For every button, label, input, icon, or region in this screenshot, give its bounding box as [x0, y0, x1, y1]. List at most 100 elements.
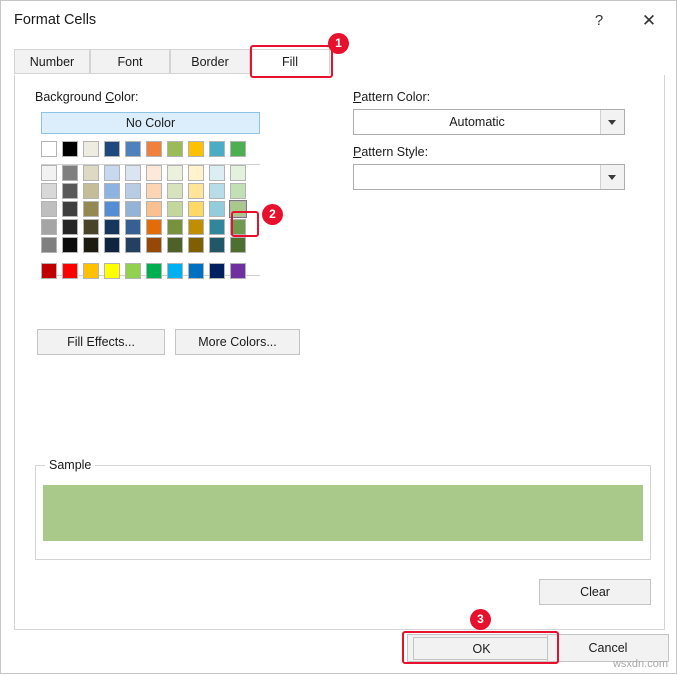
palette-swatch[interactable]	[209, 237, 225, 253]
palette-swatch[interactable]	[125, 263, 141, 279]
palette-swatch[interactable]	[41, 263, 57, 279]
tab-border[interactable]: Border	[170, 49, 250, 74]
pattern-color-value: Automatic	[449, 115, 505, 129]
fill-tab-panel: Background Color: No Color Fill Effects.…	[14, 75, 665, 630]
watermark: wsxdn.com	[612, 658, 668, 670]
palette-swatch[interactable]	[104, 237, 120, 253]
palette-swatch[interactable]	[41, 165, 57, 181]
palette-swatch[interactable]	[125, 201, 141, 217]
palette-swatch[interactable]	[83, 201, 99, 217]
more-colors-button[interactable]: More Colors...	[175, 329, 300, 355]
palette-swatch[interactable]	[167, 237, 183, 253]
palette-swatch[interactable]	[62, 201, 78, 217]
background-color-label: Background Color:	[35, 90, 139, 104]
palette-swatch[interactable]	[125, 237, 141, 253]
palette-swatch[interactable]	[62, 141, 78, 157]
palette-swatch[interactable]	[167, 263, 183, 279]
palette-swatch[interactable]	[83, 183, 99, 199]
palette-swatch[interactable]	[209, 183, 225, 199]
no-color-button[interactable]: No Color	[41, 112, 260, 134]
format-cells-dialog: Format Cells ? ✕ Number Font Border Fill…	[0, 0, 677, 674]
palette-swatch[interactable]	[230, 219, 246, 235]
palette-swatch[interactable]	[209, 219, 225, 235]
palette-swatch[interactable]	[146, 183, 162, 199]
palette-swatch[interactable]	[41, 141, 57, 157]
ok-button[interactable]: OK	[413, 637, 550, 660]
palette-swatch[interactable]	[188, 165, 204, 181]
chevron-down-icon[interactable]	[600, 165, 624, 189]
chevron-down-icon[interactable]	[600, 110, 624, 134]
tab-fill[interactable]: Fill	[250, 49, 330, 74]
palette-swatch[interactable]	[62, 263, 78, 279]
palette-swatch[interactable]	[83, 219, 99, 235]
palette-swatch[interactable]	[125, 165, 141, 181]
palette-swatch-selected[interactable]	[229, 200, 247, 218]
palette-tint-row	[41, 237, 251, 254]
palette-swatch[interactable]	[62, 219, 78, 235]
color-palette	[41, 141, 251, 281]
close-icon[interactable]: ✕	[626, 1, 672, 41]
palette-swatch[interactable]	[167, 165, 183, 181]
palette-swatch[interactable]	[230, 263, 246, 279]
sample-label: Sample	[45, 458, 96, 472]
pattern-style-dropdown[interactable]	[353, 164, 625, 190]
tab-strip: Number Font Border Fill	[14, 49, 664, 75]
palette-swatch[interactable]	[104, 183, 120, 199]
palette-swatch[interactable]	[146, 263, 162, 279]
palette-swatch[interactable]	[83, 263, 99, 279]
palette-swatch[interactable]	[230, 237, 246, 253]
palette-swatch[interactable]	[209, 165, 225, 181]
tab-number[interactable]: Number	[14, 49, 90, 74]
palette-tint-row	[41, 165, 251, 182]
tab-font[interactable]: Font	[90, 49, 170, 74]
palette-swatch[interactable]	[62, 237, 78, 253]
window-title: Format Cells	[14, 12, 97, 28]
palette-swatch[interactable]	[188, 201, 204, 217]
palette-swatch[interactable]	[146, 237, 162, 253]
palette-swatch[interactable]	[104, 165, 120, 181]
palette-swatch[interactable]	[188, 183, 204, 199]
palette-swatch[interactable]	[188, 237, 204, 253]
palette-swatch[interactable]	[146, 219, 162, 235]
palette-swatch[interactable]	[104, 219, 120, 235]
palette-swatch[interactable]	[62, 165, 78, 181]
palette-swatch[interactable]	[188, 141, 204, 157]
palette-swatch[interactable]	[167, 183, 183, 199]
palette-swatch[interactable]	[83, 165, 99, 181]
palette-swatch[interactable]	[62, 183, 78, 199]
palette-swatch[interactable]	[146, 165, 162, 181]
pattern-color-dropdown[interactable]: Automatic	[353, 109, 625, 135]
palette-swatch[interactable]	[104, 201, 120, 217]
palette-swatch[interactable]	[125, 141, 141, 157]
palette-swatch[interactable]	[41, 183, 57, 199]
palette-swatch[interactable]	[125, 183, 141, 199]
palette-swatch[interactable]	[41, 201, 57, 217]
palette-swatch[interactable]	[167, 201, 183, 217]
fill-effects-button[interactable]: Fill Effects...	[37, 329, 165, 355]
palette-swatch[interactable]	[83, 237, 99, 253]
palette-swatch[interactable]	[209, 263, 225, 279]
palette-swatch[interactable]	[146, 201, 162, 217]
pattern-style-value	[354, 165, 600, 189]
palette-swatch[interactable]	[167, 141, 183, 157]
palette-swatch[interactable]	[209, 201, 225, 217]
palette-swatch[interactable]	[188, 263, 204, 279]
palette-swatch[interactable]	[83, 141, 99, 157]
title-bar: Format Cells ? ✕	[1, 1, 676, 41]
palette-swatch[interactable]	[146, 141, 162, 157]
palette-swatch[interactable]	[230, 165, 246, 181]
palette-swatch[interactable]	[167, 219, 183, 235]
palette-swatch[interactable]	[104, 141, 120, 157]
palette-swatch[interactable]	[209, 141, 225, 157]
palette-swatch[interactable]	[230, 183, 246, 199]
clear-button[interactable]: Clear	[539, 579, 651, 605]
palette-theme-row	[41, 141, 251, 158]
palette-swatch[interactable]	[41, 237, 57, 253]
help-icon[interactable]: ?	[576, 1, 622, 41]
palette-swatch[interactable]	[230, 141, 246, 157]
palette-swatch[interactable]	[104, 263, 120, 279]
palette-swatch[interactable]	[125, 219, 141, 235]
palette-tint-row	[41, 219, 251, 236]
palette-swatch[interactable]	[188, 219, 204, 235]
palette-swatch[interactable]	[41, 219, 57, 235]
